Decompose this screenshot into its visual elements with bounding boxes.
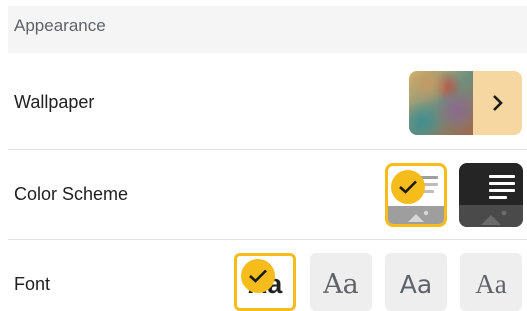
color-scheme-dark-option[interactable]	[459, 163, 523, 227]
wallpaper-picker[interactable]	[409, 71, 522, 135]
selected-check-badge	[391, 170, 425, 204]
font-option-serif[interactable]: Aa	[310, 253, 372, 311]
wallpaper-thumbnail[interactable]	[409, 71, 473, 135]
divider	[8, 149, 527, 150]
font-label: Font	[14, 274, 51, 294]
font-sample: Aa	[475, 269, 507, 299]
chevron-right-icon	[492, 95, 503, 111]
font-option-sans-bold[interactable]: Aa	[234, 253, 296, 311]
wallpaper-open-button[interactable]	[473, 71, 522, 135]
font-sample: Aa	[399, 270, 433, 299]
section-header-appearance: Appearance	[8, 6, 527, 53]
section-title: Appearance	[14, 16, 106, 35]
font-sample: Aa	[323, 269, 359, 300]
font-option-sans[interactable]: Aa	[385, 253, 447, 311]
check-icon	[399, 180, 417, 194]
divider	[8, 239, 527, 240]
color-scheme-light-option[interactable]	[385, 163, 447, 227]
selected-check-badge	[241, 259, 275, 293]
image-placeholder-icon	[459, 205, 523, 227]
image-placeholder-icon	[388, 206, 444, 224]
color-scheme-label: Color Scheme	[14, 184, 129, 204]
font-option-serif-alt[interactable]: Aa	[460, 253, 522, 311]
wallpaper-label: Wallpaper	[14, 92, 95, 112]
check-icon	[249, 269, 267, 283]
